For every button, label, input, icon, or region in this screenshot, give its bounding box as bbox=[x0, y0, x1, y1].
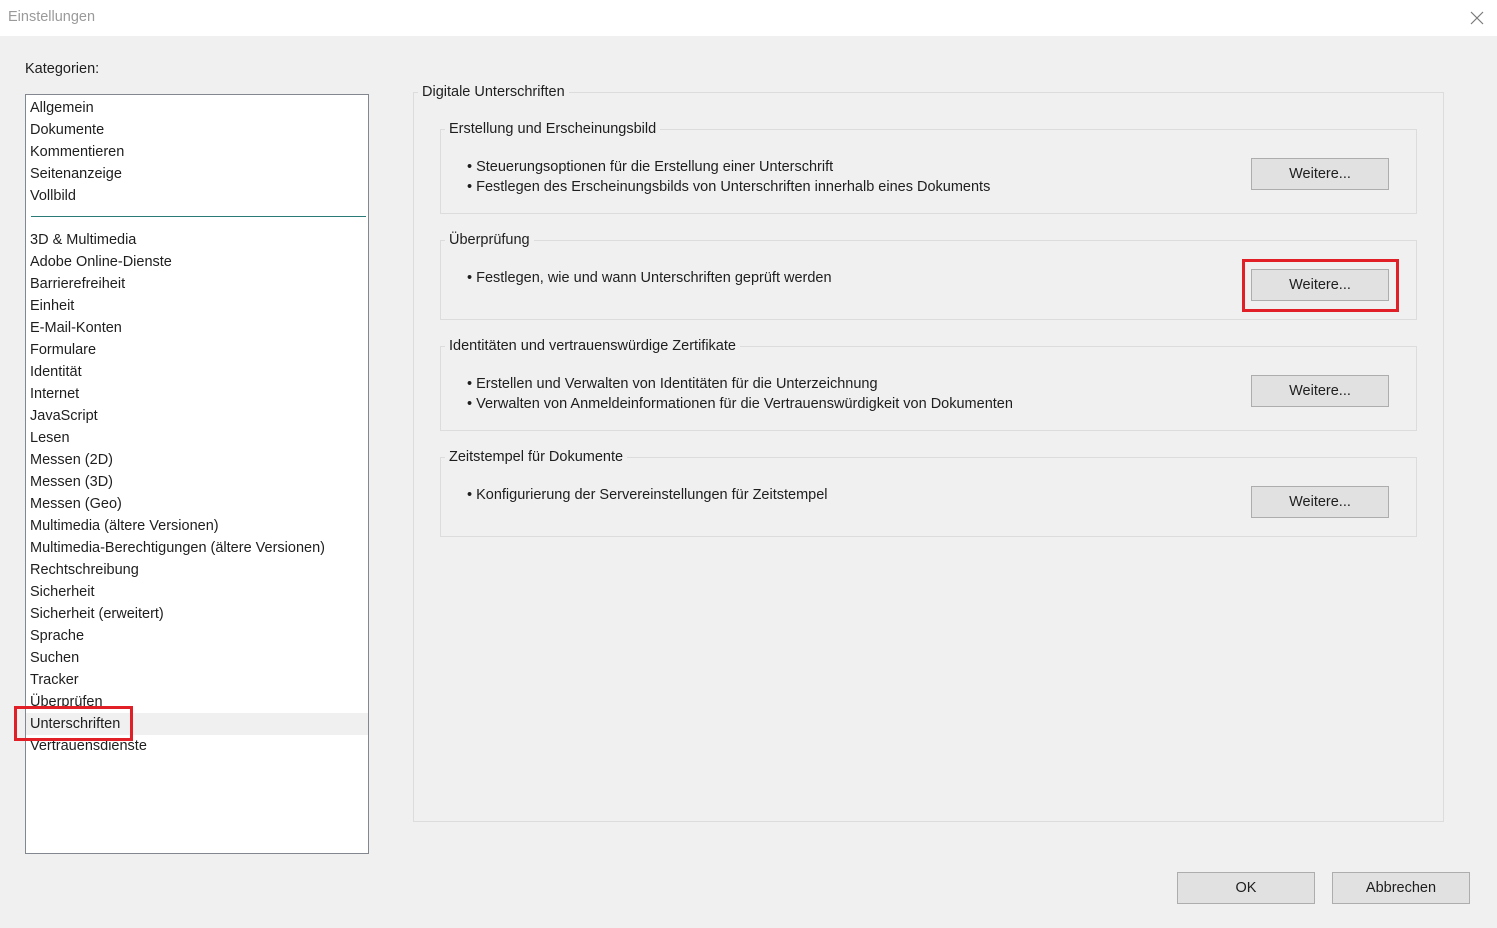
section-creation-bullet-1: • Steuerungsoptionen für die Erstellung … bbox=[467, 159, 834, 175]
close-button[interactable] bbox=[1462, 4, 1492, 32]
section-verification-title: Überprüfung bbox=[445, 232, 534, 248]
section-timestamps-bullet-1: • Konfigurierung der Servereinstellungen… bbox=[467, 487, 828, 503]
category-item-tracker[interactable]: Tracker bbox=[26, 669, 368, 691]
section-identities-bullet-2: • Verwalten von Anmeldeinformationen für… bbox=[467, 396, 1013, 412]
section-identities-title: Identitäten und vertrauenswürdige Zertif… bbox=[445, 338, 740, 354]
category-item-vollbild[interactable]: Vollbild bbox=[26, 185, 368, 207]
cancel-button[interactable]: Abbrechen bbox=[1332, 872, 1470, 904]
category-item-unterschriften[interactable]: Unterschriften bbox=[26, 713, 368, 735]
category-item-messen-geo[interactable]: Messen (Geo) bbox=[26, 493, 368, 515]
window-title: Einstellungen bbox=[8, 9, 96, 25]
category-item-javascript[interactable]: JavaScript bbox=[26, 405, 368, 427]
category-item-kommentieren[interactable]: Kommentieren bbox=[26, 141, 368, 163]
section-timestamps-title: Zeitstempel für Dokumente bbox=[445, 449, 628, 465]
category-item-messen-2d[interactable]: Messen (2D) bbox=[26, 449, 368, 471]
category-item-rechtschreibung[interactable]: Rechtschreibung bbox=[26, 559, 368, 581]
category-separator bbox=[31, 216, 366, 217]
category-item-allgemein[interactable]: Allgemein bbox=[26, 97, 368, 119]
category-item-e-mail-konten[interactable]: E-Mail-Konten bbox=[26, 317, 368, 339]
creation-more-button[interactable]: Weitere... bbox=[1251, 158, 1389, 190]
category-item-barrierefreiheit[interactable]: Barrierefreiheit bbox=[26, 273, 368, 295]
category-item-sicherheit-erweitert[interactable]: Sicherheit (erweitert) bbox=[26, 603, 368, 625]
category-item-sprache[interactable]: Sprache bbox=[26, 625, 368, 647]
verification-more-button[interactable]: Weitere... bbox=[1251, 269, 1389, 301]
category-item-adobe-online-dienste[interactable]: Adobe Online-Dienste bbox=[26, 251, 368, 273]
category-item-internet[interactable]: Internet bbox=[26, 383, 368, 405]
category-item-multimedia-aeltere[interactable]: Multimedia (ältere Versionen) bbox=[26, 515, 368, 537]
timestamps-more-button[interactable]: Weitere... bbox=[1251, 486, 1389, 518]
category-item-identitaet[interactable]: Identität bbox=[26, 361, 368, 383]
section-verification-bullet-1: • Festlegen, wie und wann Unterschriften… bbox=[467, 270, 832, 286]
categories-label: Kategorien: bbox=[25, 61, 100, 77]
category-item-formulare[interactable]: Formulare bbox=[26, 339, 368, 361]
section-identities-bullet-1: • Erstellen und Verwalten von Identitäte… bbox=[467, 376, 878, 392]
digital-signatures-title: Digitale Unterschriften bbox=[418, 84, 569, 100]
title-bar: Einstellungen bbox=[0, 0, 1497, 36]
category-item-multimedia-berechtigungen[interactable]: Multimedia-Berechtigungen (ältere Versio… bbox=[26, 537, 368, 559]
category-item-ueberpruefen[interactable]: Überprüfen bbox=[26, 691, 368, 713]
category-item-3d-multimedia[interactable]: 3D & Multimedia bbox=[26, 229, 368, 251]
categories-list[interactable]: Allgemein Dokumente Kommentieren Seitena… bbox=[25, 94, 369, 854]
category-item-seitenanzeige[interactable]: Seitenanzeige bbox=[26, 163, 368, 185]
section-creation-appearance-title: Erstellung und Erscheinungsbild bbox=[445, 121, 661, 137]
category-item-einheit[interactable]: Einheit bbox=[26, 295, 368, 317]
category-item-messen-3d[interactable]: Messen (3D) bbox=[26, 471, 368, 493]
category-item-vertrauensdienste[interactable]: Vertrauensdienste bbox=[26, 735, 368, 757]
close-icon bbox=[1470, 11, 1484, 25]
section-creation-bullet-2: • Festlegen des Erscheinungsbilds von Un… bbox=[467, 179, 991, 195]
category-item-sicherheit[interactable]: Sicherheit bbox=[26, 581, 368, 603]
identities-more-button[interactable]: Weitere... bbox=[1251, 375, 1389, 407]
category-item-lesen[interactable]: Lesen bbox=[26, 427, 368, 449]
category-item-dokumente[interactable]: Dokumente bbox=[26, 119, 368, 141]
ok-button[interactable]: OK bbox=[1177, 872, 1315, 904]
category-item-suchen[interactable]: Suchen bbox=[26, 647, 368, 669]
